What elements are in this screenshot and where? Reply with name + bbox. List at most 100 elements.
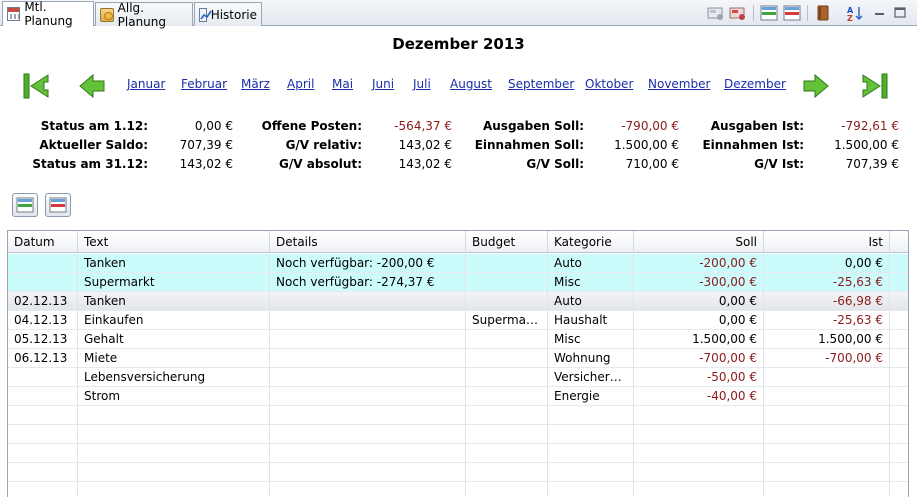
remove-row-icon[interactable]	[783, 5, 801, 21]
column-header-ist[interactable]: Ist	[764, 231, 890, 253]
cell-kategorie[interactable]: Haushalt	[548, 311, 634, 330]
month-link-november[interactable]: November	[648, 77, 710, 91]
cell-soll[interactable]: -200,00 €	[634, 254, 764, 273]
cell-kategorie[interactable]: Energie	[548, 387, 634, 406]
cell-kategorie[interactable]: Versicherun...	[548, 368, 634, 387]
month-link-maerz[interactable]: März	[241, 77, 270, 91]
cell-datum[interactable]	[8, 368, 78, 387]
cell-budget[interactable]	[466, 482, 548, 497]
cell-ist[interactable]: -25,63 €	[764, 273, 890, 292]
month-link-dezember[interactable]: Dezember	[724, 77, 786, 91]
month-link-juni[interactable]: Juni	[372, 77, 394, 91]
tab-allg-planung[interactable]: Allg. Planung	[95, 1, 193, 29]
cell-kategorie[interactable]: Misc	[548, 273, 634, 292]
table-row[interactable]: 06.12.13 Miete Wohnung -700,00 € -700,00 €	[8, 349, 908, 368]
cell-text[interactable]: Tanken	[78, 292, 270, 311]
cell-details[interactable]	[270, 463, 466, 482]
table-row[interactable]: Supermarkt Noch verfügbar: -274,37 € Misc -…	[8, 273, 908, 292]
empty-table-row[interactable]	[8, 425, 908, 444]
column-header-budget[interactable]: Budget	[466, 231, 548, 253]
tab-mtl-planung[interactable]: Mtl. Planung	[2, 0, 94, 28]
cell-text[interactable]	[78, 425, 270, 444]
cell-kategorie[interactable]: Wohnung	[548, 349, 634, 368]
cell-text[interactable]: Miete	[78, 349, 270, 368]
cell-ist[interactable]	[764, 463, 890, 482]
cell-details[interactable]	[270, 406, 466, 425]
cell-details[interactable]	[270, 292, 466, 311]
cell-text[interactable]: Gehalt	[78, 330, 270, 349]
table-row[interactable]: Strom Energie -40,00 €	[8, 387, 908, 406]
cell-kategorie[interactable]: Misc	[548, 330, 634, 349]
cell-text[interactable]: Supermarkt	[78, 273, 270, 292]
table-row[interactable]: Lebensversicherung Versicherun... -50,00 €	[8, 368, 908, 387]
column-header-kategorie[interactable]: Kategorie	[548, 231, 634, 253]
cell-soll[interactable]: -300,00 €	[634, 273, 764, 292]
cell-budget[interactable]	[466, 368, 548, 387]
month-link-mai[interactable]: Mai	[332, 77, 353, 91]
cell-budget[interactable]	[466, 444, 548, 463]
cell-details[interactable]	[270, 387, 466, 406]
cell-details[interactable]	[270, 311, 466, 330]
column-header-datum[interactable]: Datum	[8, 231, 78, 253]
sort-az-icon[interactable]: A Z	[846, 5, 864, 23]
cell-text[interactable]: Lebensversicherung	[78, 368, 270, 387]
previous-month-icon[interactable]	[77, 72, 107, 100]
add-row-icon[interactable]	[760, 5, 778, 21]
cell-budget[interactable]	[466, 463, 548, 482]
cell-kategorie[interactable]	[548, 463, 634, 482]
minimize-icon[interactable]	[873, 5, 891, 21]
cell-text[interactable]	[78, 463, 270, 482]
cell-ist[interactable]	[764, 368, 890, 387]
cell-ist[interactable]	[764, 425, 890, 444]
cell-budget[interactable]	[466, 387, 548, 406]
table-row[interactable]: 02.12.13 Tanken Auto 0,00 € -66,98 €	[8, 292, 908, 311]
remove-entry-button[interactable]	[45, 193, 71, 217]
empty-table-row[interactable]	[8, 444, 908, 463]
add-entry-button[interactable]	[12, 193, 38, 217]
cell-text[interactable]: Strom	[78, 387, 270, 406]
column-header-details[interactable]: Details	[270, 231, 466, 253]
month-link-oktober[interactable]: Oktober	[585, 77, 633, 91]
month-link-januar[interactable]: Januar	[127, 77, 165, 91]
table-row[interactable]: 04.12.13 Einkaufen Supermarkt Haushalt 0,00 …	[8, 311, 908, 330]
cell-datum[interactable]	[8, 406, 78, 425]
cell-ist[interactable]: 1.500,00 €	[764, 330, 890, 349]
cell-soll[interactable]: 1.500,00 €	[634, 330, 764, 349]
cell-soll[interactable]: -50,00 €	[634, 368, 764, 387]
cell-soll[interactable]: -40,00 €	[634, 387, 764, 406]
cell-kategorie[interactable]: Auto	[548, 254, 634, 273]
cell-budget[interactable]	[466, 406, 548, 425]
cell-ist[interactable]: -66,98 €	[764, 292, 890, 311]
cell-kategorie[interactable]	[548, 444, 634, 463]
cell-details[interactable]: Noch verfügbar: -274,37 €	[270, 273, 466, 292]
month-link-juli[interactable]: Juli	[413, 77, 431, 91]
cell-ist[interactable]: -700,00 €	[764, 349, 890, 368]
cell-details[interactable]	[270, 368, 466, 387]
cell-budget[interactable]	[466, 349, 548, 368]
cell-datum[interactable]	[8, 254, 78, 273]
cell-budget[interactable]: Supermarkt	[466, 311, 548, 330]
cell-kategorie[interactable]: Auto	[548, 292, 634, 311]
cell-details[interactable]: Noch verfügbar: -200,00 €	[270, 254, 466, 273]
cell-details[interactable]	[270, 444, 466, 463]
cell-datum[interactable]	[8, 387, 78, 406]
cell-text[interactable]	[78, 406, 270, 425]
export-icon[interactable]	[729, 5, 747, 21]
column-header-soll[interactable]: Soll	[634, 231, 764, 253]
cell-ist[interactable]	[764, 387, 890, 406]
cell-text[interactable]	[78, 482, 270, 497]
cell-soll[interactable]: 0,00 €	[634, 292, 764, 311]
cell-soll[interactable]	[634, 482, 764, 497]
cell-datum[interactable]	[8, 482, 78, 497]
cell-details[interactable]	[270, 425, 466, 444]
month-link-februar[interactable]: Februar	[181, 77, 227, 91]
cell-details[interactable]	[270, 330, 466, 349]
cell-datum[interactable]: 02.12.13	[8, 292, 78, 311]
cell-ist[interactable]: 0,00 €	[764, 254, 890, 273]
cell-kategorie[interactable]	[548, 406, 634, 425]
cell-kategorie[interactable]	[548, 425, 634, 444]
tab-historie[interactable]: Historie	[194, 2, 262, 26]
cell-datum[interactable]	[8, 463, 78, 482]
cell-datum[interactable]: 04.12.13	[8, 311, 78, 330]
cell-ist[interactable]	[764, 406, 890, 425]
